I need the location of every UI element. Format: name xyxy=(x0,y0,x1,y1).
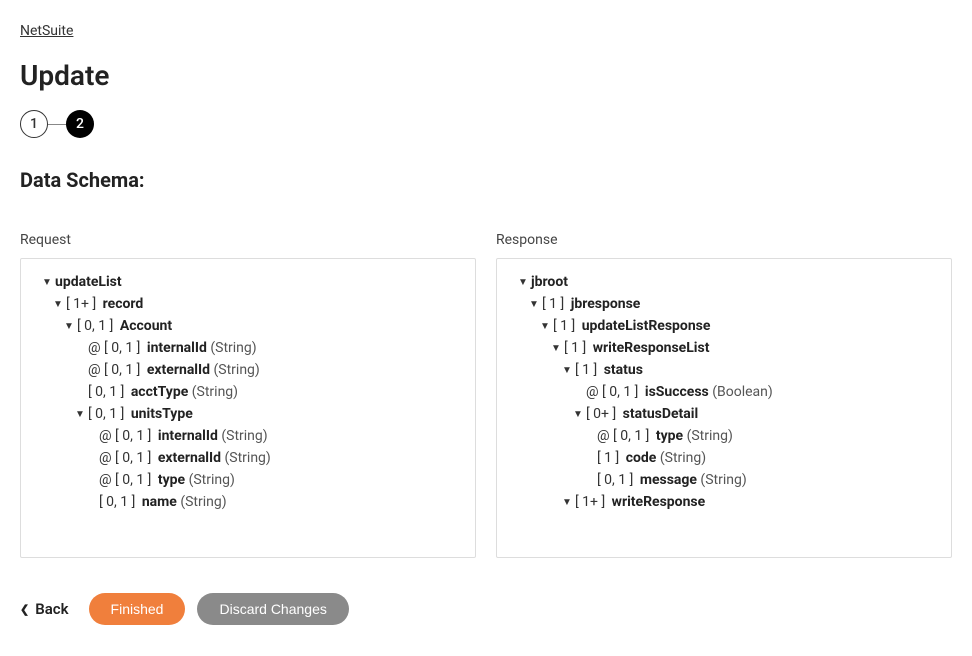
tree-node-label[interactable]: @ [ 0, 1 ] externalId (String) xyxy=(88,362,260,378)
step-connector xyxy=(48,124,66,125)
tree-node: @ [ 0, 1 ] internalId (String) xyxy=(31,337,465,359)
tree-node-label[interactable]: [ 1 ] status xyxy=(575,362,643,378)
chevron-down-icon[interactable]: ▼ xyxy=(570,409,586,420)
discard-button[interactable]: Discard Changes xyxy=(197,593,348,625)
tree-node: @ [ 0, 1 ] isSuccess (Boolean) xyxy=(507,381,941,403)
chevron-down-icon[interactable]: ▼ xyxy=(39,277,55,288)
tree-node-label[interactable]: jbroot xyxy=(531,274,568,290)
tree-node: [ 0, 1 ] message (String) xyxy=(507,469,941,491)
tree-node-label[interactable]: [ 0+ ] statusDetail xyxy=(586,406,698,422)
tree-node-label[interactable]: updateList xyxy=(55,274,122,290)
tree-node-label[interactable]: @ [ 0, 1 ] type (String) xyxy=(597,428,733,444)
tree-node-label[interactable]: [ 0, 1 ] unitsType xyxy=(88,406,193,422)
chevron-down-icon[interactable]: ▼ xyxy=(559,497,575,508)
tree-node: ▼jbroot xyxy=(507,271,941,293)
request-tree: ▼updateList▼[ 1+ ] record▼[ 0, 1 ] Accou… xyxy=(20,258,476,558)
tree-node: [ 0, 1 ] acctType (String) xyxy=(31,381,465,403)
finished-button[interactable]: Finished xyxy=(89,593,186,625)
chevron-down-icon[interactable]: ▼ xyxy=(61,321,77,332)
tree-node-label[interactable]: @ [ 0, 1 ] type (String) xyxy=(99,472,235,488)
tree-node: ▼[ 1 ] writeResponseList xyxy=(507,337,941,359)
tree-node: @ [ 0, 1 ] type (String) xyxy=(31,469,465,491)
tree-node: ▼[ 1 ] updateListResponse xyxy=(507,315,941,337)
chevron-down-icon[interactable]: ▼ xyxy=(526,299,542,310)
chevron-left-icon: ❮ xyxy=(20,603,29,616)
tree-node: ▼[ 0+ ] statusDetail xyxy=(507,403,941,425)
tree-node-label[interactable]: [ 1 ] updateListResponse xyxy=(553,318,710,334)
tree-node-label[interactable]: [ 1+ ] record xyxy=(66,296,143,312)
tree-node-label[interactable]: [ 0, 1 ] name (String) xyxy=(99,494,227,510)
tree-node: @ [ 0, 1 ] externalId (String) xyxy=(31,359,465,381)
tree-node: ▼[ 0, 1 ] unitsType xyxy=(31,403,465,425)
chevron-down-icon[interactable]: ▼ xyxy=(50,299,66,310)
tree-node: ▼[ 0, 1 ] Account xyxy=(31,315,465,337)
tree-node: [ 0, 1 ] name (String) xyxy=(31,491,465,513)
tree-node-label[interactable]: @ [ 0, 1 ] isSuccess (Boolean) xyxy=(586,384,773,400)
chevron-down-icon[interactable]: ▼ xyxy=(72,409,88,420)
tree-node: @ [ 0, 1 ] type (String) xyxy=(507,425,941,447)
response-tree: ▼jbroot▼[ 1 ] jbresponse▼[ 1 ] updateLis… xyxy=(496,258,952,558)
tree-node: ▼[ 1+ ] record xyxy=(31,293,465,315)
tree-node-label[interactable]: [ 0, 1 ] acctType (String) xyxy=(88,384,238,400)
tree-node-label[interactable]: [ 0, 1 ] Account xyxy=(77,318,172,334)
chevron-down-icon[interactable]: ▼ xyxy=(537,321,553,332)
back-button[interactable]: ❮ Back xyxy=(20,600,77,618)
step-2[interactable]: 2 xyxy=(66,110,94,138)
response-label: Response xyxy=(496,232,952,248)
tree-node: @ [ 0, 1 ] externalId (String) xyxy=(31,447,465,469)
chevron-down-icon[interactable]: ▼ xyxy=(548,343,564,354)
tree-node: [ 1 ] code (String) xyxy=(507,447,941,469)
tree-node: ▼[ 1+ ] writeResponse xyxy=(507,491,941,513)
tree-node-label[interactable]: [ 1 ] writeResponseList xyxy=(564,340,709,356)
back-label: Back xyxy=(35,600,68,618)
tree-node-label[interactable]: [ 0, 1 ] message (String) xyxy=(597,472,747,488)
request-label: Request xyxy=(20,232,476,248)
step-1[interactable]: 1 xyxy=(20,110,48,138)
page-title: Update xyxy=(20,59,952,92)
tree-node-label[interactable]: @ [ 0, 1 ] internalId (String) xyxy=(88,340,257,356)
tree-node-label[interactable]: [ 1 ] jbresponse xyxy=(542,296,640,312)
tree-node-label[interactable]: [ 1 ] code (String) xyxy=(597,450,706,466)
tree-node: ▼[ 1 ] status xyxy=(507,359,941,381)
chevron-down-icon[interactable]: ▼ xyxy=(559,365,575,376)
tree-node-label[interactable]: @ [ 0, 1 ] externalId (String) xyxy=(99,450,271,466)
tree-node-label[interactable]: @ [ 0, 1 ] internalId (String) xyxy=(99,428,268,444)
section-title: Data Schema: xyxy=(20,168,952,192)
tree-node-label[interactable]: [ 1+ ] writeResponse xyxy=(575,494,705,510)
stepper: 1 2 xyxy=(20,110,952,138)
breadcrumb[interactable]: NetSuite xyxy=(20,23,73,39)
chevron-down-icon[interactable]: ▼ xyxy=(515,277,531,288)
tree-node: @ [ 0, 1 ] internalId (String) xyxy=(31,425,465,447)
tree-node: ▼[ 1 ] jbresponse xyxy=(507,293,941,315)
tree-node: ▼updateList xyxy=(31,271,465,293)
